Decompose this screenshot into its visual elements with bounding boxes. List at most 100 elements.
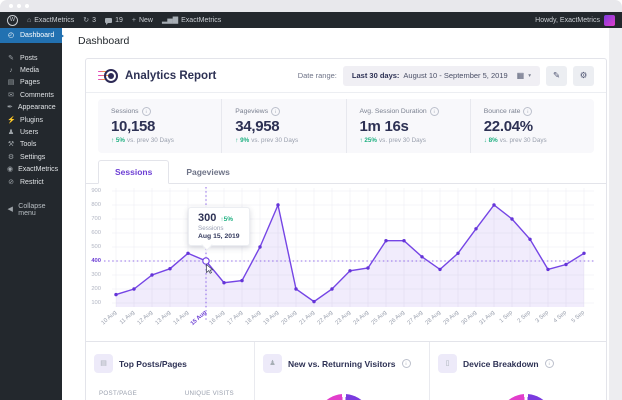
data-point[interactable]: [294, 287, 298, 291]
data-point[interactable]: [186, 251, 190, 255]
pie-chart[interactable]: [498, 394, 554, 400]
data-point[interactable]: [456, 251, 460, 255]
document-icon: ▤: [100, 360, 107, 367]
tab-pageviews[interactable]: Pageviews: [169, 160, 246, 184]
stat-label-text: Sessions: [111, 108, 139, 115]
data-point[interactable]: [168, 267, 172, 271]
sidebar-item-exactmetrics[interactable]: ◉ ExactMetrics: [0, 164, 62, 176]
data-point[interactable]: [276, 203, 280, 207]
user-avatar[interactable]: [604, 14, 615, 26]
admin-bar-item-19[interactable]: 19: [105, 17, 123, 25]
scrollbar-track[interactable]: [609, 28, 622, 400]
sidebar-item-plugins[interactable]: ⚡ Plugins: [0, 114, 62, 126]
data-point[interactable]: [150, 273, 154, 277]
admin-bar-item-exactmetrics[interactable]: ⌂ ExactMetrics: [27, 17, 74, 24]
sessions-line-chart[interactable]: 100 200 300 400 500 600 700 800 900 10 Aug 11 Aug 1…: [86, 185, 608, 341]
widget-title: Device Breakdown: [463, 358, 539, 369]
data-point[interactable]: [528, 237, 532, 241]
sidebar-item-label: Pages: [20, 79, 40, 87]
stat-label-text: Bounce rate: [483, 108, 521, 115]
hovered-data-point[interactable]: [202, 257, 210, 265]
settings-button[interactable]: ⚙: [573, 65, 594, 86]
pencil-icon: ✎: [552, 70, 561, 80]
report-header: Analytics Report Date range: Last 30 day…: [86, 59, 606, 93]
info-icon[interactable]: i: [271, 107, 281, 116]
chart-plot[interactable]: [104, 185, 596, 325]
info-icon[interactable]: i: [141, 107, 151, 116]
sidebar-item-settings[interactable]: ⚙ Settings: [0, 151, 62, 163]
gear-icon: ⚙: [579, 70, 588, 80]
sidebar-item-pages[interactable]: ▤ Pages: [0, 77, 62, 89]
sidebar-item-comments[interactable]: ✉ Comments: [0, 89, 62, 101]
sidebar-item-dashboard[interactable]: ◴ Dashboard: [0, 28, 62, 43]
data-point[interactable]: [402, 239, 406, 243]
sidebar-item-label: Appearance: [17, 104, 56, 112]
data-point[interactable]: [240, 278, 244, 283]
collapse-icon: ◀: [7, 205, 13, 213]
data-point[interactable]: [384, 239, 388, 243]
tooltip-series: Sessions: [198, 225, 224, 232]
info-icon[interactable]: i: [401, 359, 411, 368]
pie-chart[interactable]: [316, 394, 372, 400]
info-icon[interactable]: i: [523, 107, 533, 116]
data-point[interactable]: [438, 267, 442, 272]
wordpress-logo-icon[interactable]: W: [7, 14, 18, 26]
data-point[interactable]: [312, 299, 316, 304]
stat-delta: ↑ 25% vs. prev 30 Days: [360, 137, 470, 144]
data-point[interactable]: [330, 287, 334, 291]
sidebar-item-media[interactable]: ♪ Media: [0, 64, 62, 76]
window-control-dot[interactable]: [17, 4, 21, 8]
sidebar-item-posts[interactable]: ✎ Posts: [0, 52, 62, 64]
admin-bar-item-label: 3: [92, 16, 97, 24]
data-point[interactable]: [222, 281, 226, 285]
data-point[interactable]: [132, 287, 136, 291]
data-point[interactable]: [546, 267, 550, 272]
sidebar-item-appearance[interactable]: ✒ Appearance: [0, 102, 62, 114]
data-point[interactable]: [348, 269, 352, 273]
info-icon[interactable]: i: [429, 107, 439, 116]
data-point[interactable]: [564, 262, 568, 267]
update-icon: ↻: [83, 16, 90, 24]
admin-bar-account[interactable]: Howdy, ExactMetrics: [535, 14, 615, 26]
data-point[interactable]: [582, 251, 586, 255]
stat-value: 22.04%: [483, 118, 533, 135]
date-range-label: Date range:: [297, 71, 337, 80]
info-icon[interactable]: i: [544, 359, 554, 368]
window-chrome-bar: [0, 0, 622, 12]
y-axis-tick: 200: [91, 285, 101, 292]
tooltip-value-row: 300 ↑5%: [198, 212, 240, 224]
sidebar-item-label: Collapse menu: [18, 202, 46, 217]
sidebar-item-users[interactable]: ♟ Users: [0, 126, 62, 138]
widget-table-headers: POST/PAGE UNIQUE VISITS: [99, 390, 234, 397]
data-point[interactable]: [510, 217, 514, 221]
window-control-dot[interactable]: [25, 4, 29, 8]
sidebar-collapse-menu[interactable]: ◀ Collapse menu: [0, 202, 62, 217]
data-point[interactable]: [258, 245, 262, 249]
tab-sessions[interactable]: Sessions: [98, 160, 170, 184]
sidebar-item-label: Posts: [20, 54, 38, 62]
arrow-up-icon: ↑ 9%: [235, 137, 250, 144]
sidebar-item-label: Restrict: [20, 178, 44, 186]
admin-bar-item-label: ExactMetrics: [34, 16, 75, 24]
appearance-icon: ✒: [7, 104, 13, 112]
date-range-picker[interactable]: Last 30 days: August 10 - September 5, 2…: [342, 65, 540, 86]
data-point[interactable]: [366, 266, 370, 270]
widget-icon-chip: ♟: [263, 354, 282, 373]
sidebar-item-label: Dashboard: [20, 32, 55, 39]
data-point[interactable]: [474, 227, 478, 231]
data-point[interactable]: [492, 203, 496, 207]
edit-button[interactable]: ✎: [546, 65, 567, 86]
data-point[interactable]: [420, 255, 424, 259]
exactmetrics-icon: ◉: [7, 166, 14, 174]
admin-bar-item-3[interactable]: ↻ 3: [83, 17, 96, 24]
analytics-report-card: Analytics Report Date range: Last 30 day…: [85, 58, 607, 400]
window-control-dot[interactable]: [9, 4, 13, 8]
widget-device-breakdown: ▯ Device Breakdown i: [429, 342, 606, 400]
admin-bar-item-new[interactable]: + New: [132, 17, 153, 24]
admin-bar-item-label: New: [138, 16, 153, 24]
sidebar-item-tools[interactable]: ⚒ Tools: [0, 139, 62, 151]
admin-bar-item-exactmetrics[interactable]: ▂▅▇ ExactMetrics: [162, 17, 221, 24]
data-point[interactable]: [114, 292, 118, 297]
stat-label-text: Avg. Session Duration: [359, 108, 427, 115]
sidebar-item-restrict[interactable]: ⊘ Restrict: [0, 176, 62, 188]
